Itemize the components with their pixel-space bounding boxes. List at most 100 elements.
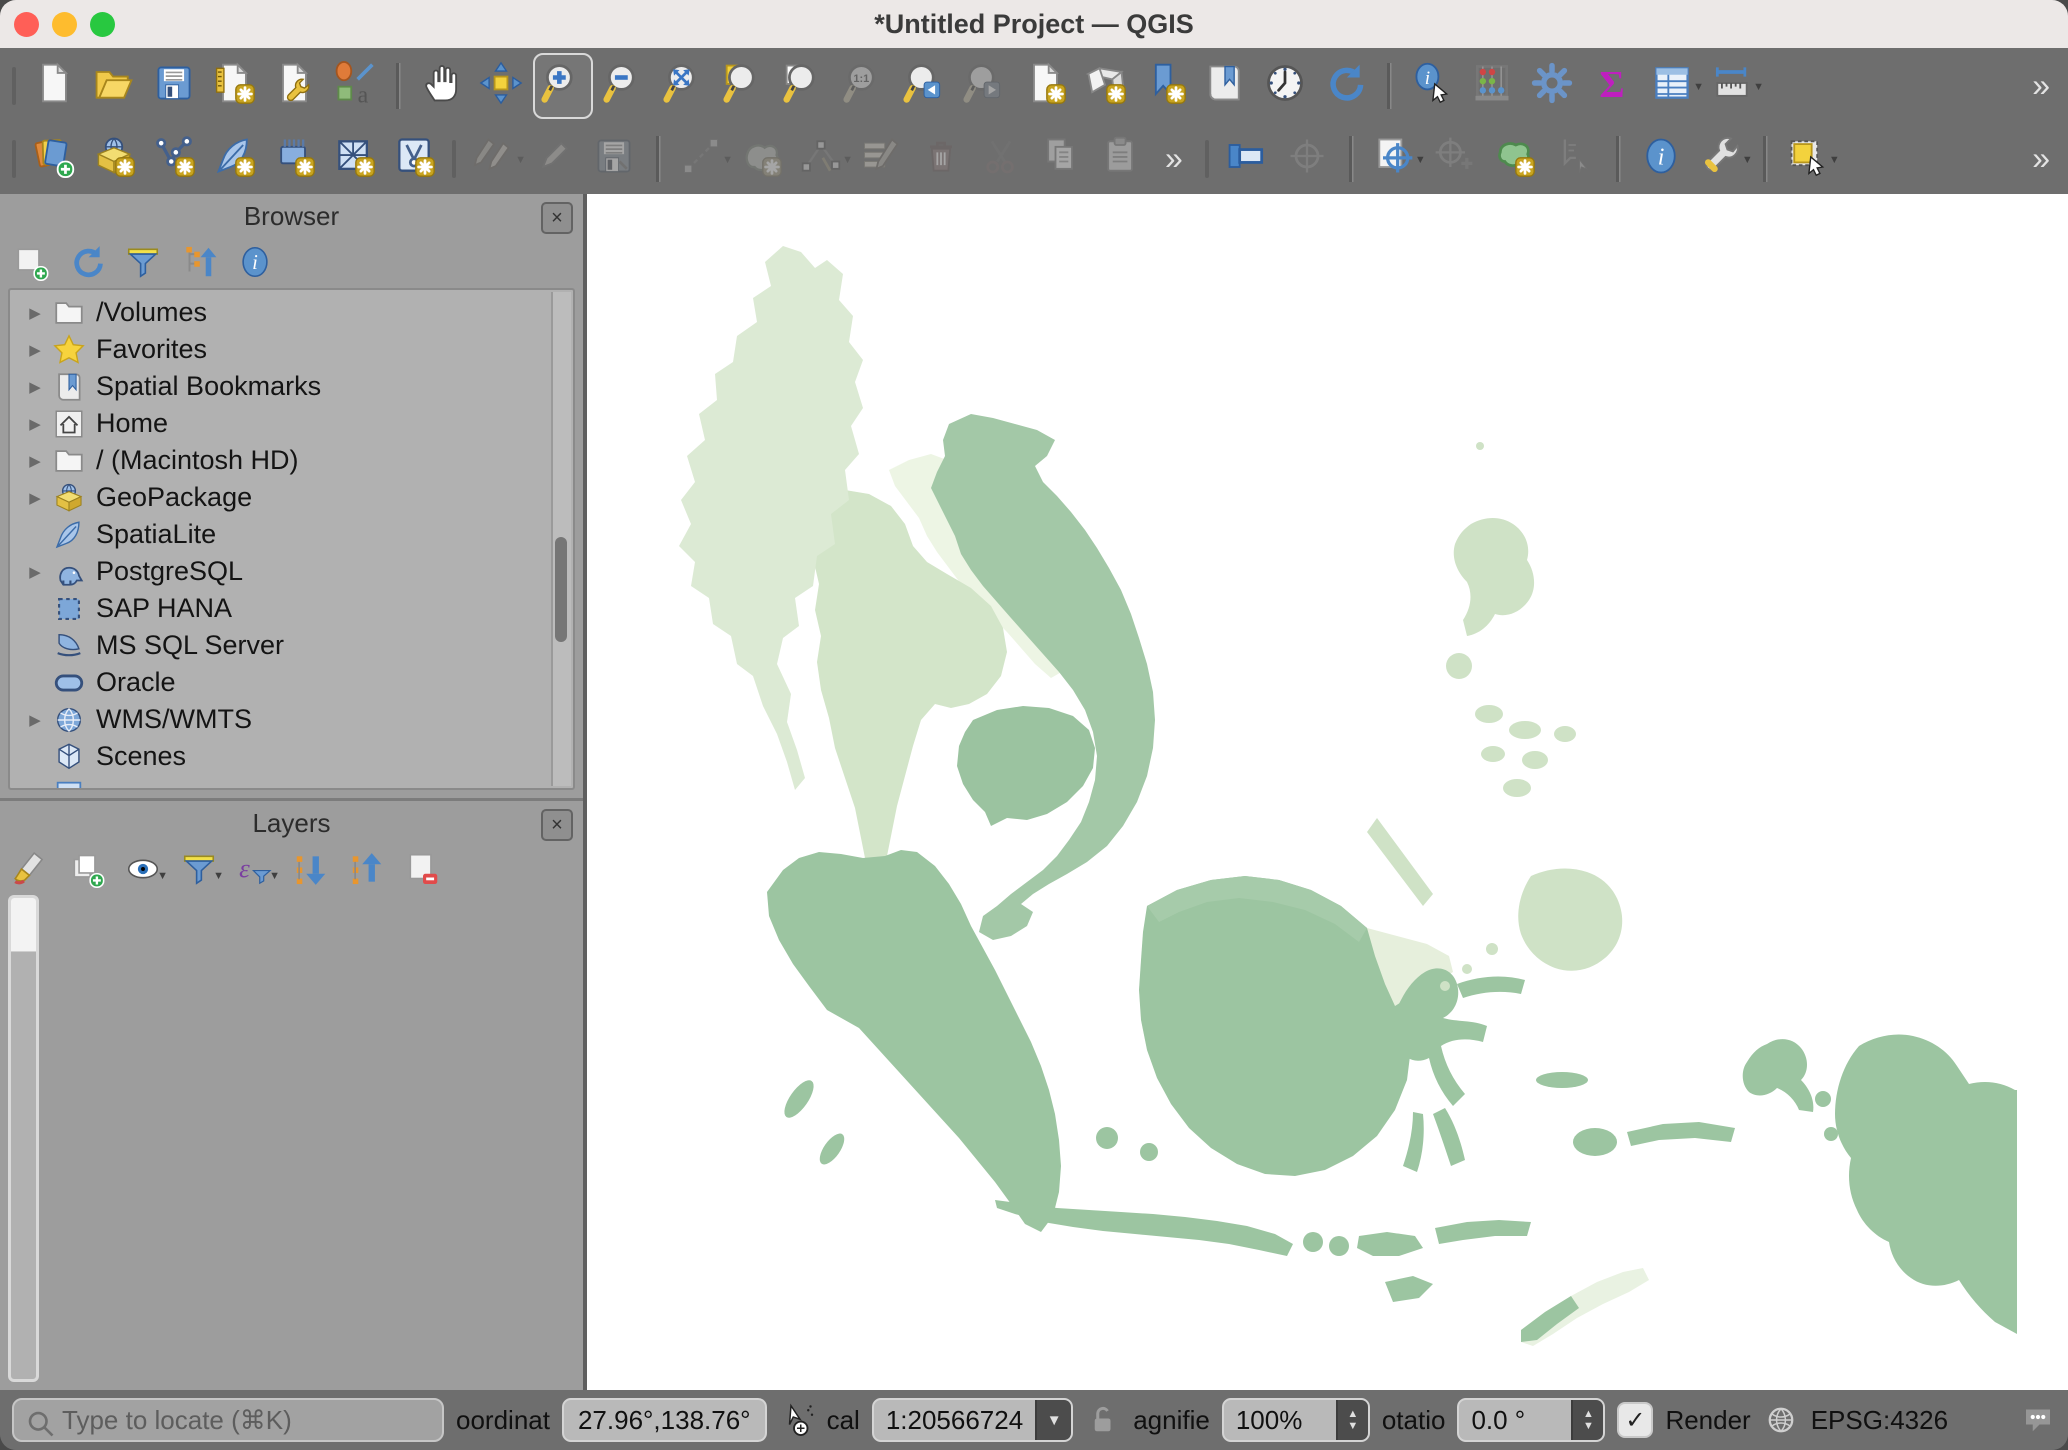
help-contents-button[interactable]: i bbox=[1633, 128, 1689, 190]
add-group-button[interactable] bbox=[68, 850, 108, 890]
filter-legend-button[interactable]: ▼ bbox=[180, 850, 220, 890]
browser-item-clipped[interactable] bbox=[10, 775, 573, 790]
toolbar-overflow-button[interactable]: » bbox=[2020, 140, 2062, 177]
new-annotation-button[interactable] bbox=[1486, 128, 1542, 190]
show-layout-manager-button[interactable] bbox=[266, 55, 322, 117]
zoom-to-layer-button[interactable] bbox=[777, 55, 833, 117]
new-print-layout-button[interactable] bbox=[206, 55, 262, 117]
toolbar-overflow-button[interactable]: » bbox=[2020, 67, 2062, 104]
rotation-spinner[interactable]: 0.0 ° ▲▼ bbox=[1457, 1398, 1605, 1442]
magnifier-spinner[interactable]: 100% ▲▼ bbox=[1222, 1398, 1370, 1442]
refresh-browser-button[interactable] bbox=[68, 243, 108, 283]
select-features-button[interactable]: ▼ bbox=[1780, 128, 1836, 190]
options-button[interactable]: ▼ bbox=[1693, 128, 1749, 190]
properties-widget-button[interactable]: i bbox=[236, 243, 276, 283]
dropdown-caret-icon[interactable]: ▼ bbox=[842, 154, 853, 166]
dropdown-caret-icon[interactable]: ▼ bbox=[157, 870, 168, 882]
map-canvas[interactable] bbox=[587, 194, 2068, 1390]
temporal-controller-button[interactable] bbox=[1257, 55, 1313, 117]
browser-panel-close-icon[interactable]: × bbox=[541, 202, 573, 234]
manage-map-themes-button[interactable]: ▼ bbox=[124, 850, 164, 890]
magnifier-stepper-icon[interactable]: ▲▼ bbox=[1336, 1400, 1368, 1440]
filter-browser-button[interactable] bbox=[124, 243, 164, 283]
lock-scale-icon[interactable] bbox=[1085, 1402, 1121, 1438]
dropdown-caret-icon[interactable]: ▼ bbox=[1415, 154, 1426, 166]
expander-icon[interactable]: ▶ bbox=[18, 415, 52, 433]
expander-icon[interactable]: ▶ bbox=[18, 711, 52, 729]
browser-item-spatial-bookmarks[interactable]: ▶Spatial Bookmarks bbox=[10, 368, 573, 405]
toolbar-grip[interactable] bbox=[12, 67, 16, 105]
toolbar-grip[interactable] bbox=[452, 140, 456, 178]
expander-icon[interactable]: ▶ bbox=[18, 563, 52, 581]
expander-icon[interactable]: ▶ bbox=[18, 452, 52, 470]
locator-input[interactable] bbox=[60, 1404, 432, 1437]
filter-by-expression-button[interactable]: ε▼ bbox=[236, 850, 276, 890]
dropdown-caret-icon[interactable]: ▼ bbox=[515, 154, 526, 166]
browser-item-sap-hana[interactable]: SAP HANA bbox=[10, 590, 573, 627]
enable-snapping-button[interactable]: ▼ bbox=[1366, 128, 1422, 190]
open-layer-styling-button[interactable] bbox=[12, 850, 52, 890]
refresh-map-button[interactable] bbox=[1317, 55, 1373, 117]
pan-map-button[interactable] bbox=[413, 55, 469, 117]
dropdown-caret-icon[interactable]: ▼ bbox=[269, 870, 280, 882]
browser-item-ms-sql-server[interactable]: MS SQL Server bbox=[10, 627, 573, 664]
browser-item-spatialite[interactable]: SpatiaLite bbox=[10, 516, 573, 553]
crs-globe-icon[interactable] bbox=[1763, 1402, 1799, 1438]
new-3d-map-view-button[interactable] bbox=[1077, 55, 1133, 117]
pan-to-selection-button[interactable] bbox=[473, 55, 529, 117]
processing-options-button[interactable] bbox=[1524, 55, 1580, 117]
new-geopackage-layer-button[interactable] bbox=[86, 128, 142, 190]
scale-dropdown-icon[interactable]: ▼ bbox=[1035, 1400, 1071, 1440]
expander-icon[interactable]: ▶ bbox=[18, 378, 52, 396]
new-spatial-bookmark-button[interactable] bbox=[1137, 55, 1193, 117]
browser-item-scenes[interactable]: Scenes bbox=[10, 738, 573, 775]
new-spatialite-layer-button[interactable] bbox=[206, 128, 262, 190]
browser-item-favorites[interactable]: ▶Favorites bbox=[10, 331, 573, 368]
browser-scrollbar-thumb[interactable] bbox=[555, 537, 567, 642]
open-attribute-table-button[interactable]: ▼ bbox=[1644, 55, 1700, 117]
statistical-summary-button[interactable]: Σ bbox=[1584, 55, 1640, 117]
add-selected-layers-button[interactable] bbox=[12, 243, 52, 283]
open-field-calculator-button[interactable] bbox=[1464, 55, 1520, 117]
browser-scrollbar[interactable] bbox=[551, 292, 571, 786]
rotation-stepper-icon[interactable]: ▲▼ bbox=[1571, 1400, 1603, 1440]
dropdown-caret-icon[interactable]: ▼ bbox=[1693, 81, 1704, 93]
open-data-source-manager-button[interactable] bbox=[26, 128, 82, 190]
new-temporary-scratch-layer-button[interactable] bbox=[266, 128, 322, 190]
expander-icon[interactable]: ▶ bbox=[18, 304, 52, 322]
locator-field[interactable] bbox=[12, 1398, 444, 1442]
browser-item-volumes[interactable]: ▶/Volumes bbox=[10, 294, 573, 331]
toolbar-grip[interactable] bbox=[1205, 140, 1209, 178]
browser-item-macintosh-hd[interactable]: ▶/ (Macintosh HD) bbox=[10, 442, 573, 479]
layer-row[interactable]: ✓ne_50m_admin_0_countries bbox=[11, 898, 39, 952]
browser-item-wms-wmts[interactable]: ▶WMS/WMTS bbox=[10, 701, 573, 738]
crs-status[interactable]: EPSG:4326 bbox=[1811, 1405, 1948, 1436]
identify-features-button[interactable]: i bbox=[1404, 55, 1460, 117]
save-project-button[interactable] bbox=[146, 55, 202, 117]
dropdown-caret-icon[interactable]: ▼ bbox=[722, 154, 733, 166]
new-project-button[interactable] bbox=[26, 55, 82, 117]
expander-icon[interactable]: ▶ bbox=[18, 489, 52, 507]
dropdown-caret-icon[interactable]: ▼ bbox=[1753, 81, 1764, 93]
remove-layer-button[interactable] bbox=[404, 850, 444, 890]
new-virtual-layer-button[interactable] bbox=[386, 128, 442, 190]
expand-all-layers-button[interactable] bbox=[292, 850, 332, 890]
dropdown-caret-icon[interactable]: ▼ bbox=[1829, 154, 1840, 166]
zoom-window-button[interactable] bbox=[90, 12, 115, 37]
browser-item-home[interactable]: ▶Home bbox=[10, 405, 573, 442]
new-map-view-button[interactable] bbox=[1017, 55, 1073, 117]
dropdown-caret-icon[interactable]: ▼ bbox=[213, 870, 224, 882]
minimize-window-button[interactable] bbox=[52, 12, 77, 37]
zoom-in-button[interactable] bbox=[533, 53, 593, 119]
browser-item-oracle[interactable]: Oracle bbox=[10, 664, 573, 701]
browser-item-postgresql[interactable]: ▶PostgreSQL bbox=[10, 553, 573, 590]
new-shapefile-layer-button[interactable] bbox=[146, 128, 202, 190]
coordinate-value-box[interactable]: 27.96°,138.76° bbox=[562, 1398, 767, 1442]
toolbar-grip[interactable] bbox=[12, 140, 16, 178]
messages-bubble-icon[interactable] bbox=[2020, 1402, 2056, 1438]
render-checkbox[interactable]: ✓ bbox=[1617, 1402, 1653, 1438]
zoom-out-button[interactable] bbox=[597, 55, 653, 117]
scale-combobox[interactable]: 1:20566724 ▼ bbox=[872, 1398, 1073, 1442]
mouse-extents-icon[interactable] bbox=[779, 1402, 815, 1438]
style-manager-button[interactable]: a bbox=[326, 55, 382, 117]
